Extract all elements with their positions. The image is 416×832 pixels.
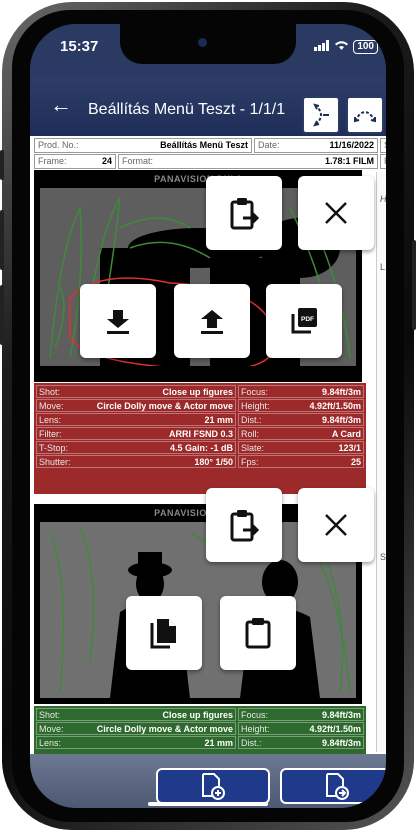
swipe-curve-icon [354, 111, 376, 123]
copy-frame-button[interactable] [126, 596, 202, 670]
clipboard-paste-icon [230, 198, 259, 230]
status-icons: 100 [314, 40, 378, 54]
signal-icon [314, 40, 330, 54]
svg-text:PDF: PDF [301, 316, 314, 323]
close-frame-button[interactable] [298, 176, 374, 250]
lens-row: Lens: 21 mm [36, 413, 236, 426]
shutter-row: Shutter: 180° 1/50 [36, 455, 236, 468]
clipboard-icon [245, 618, 271, 649]
roll-cell: R [380, 154, 386, 169]
volume-down-button [0, 285, 4, 345]
frame-cell: Frame: 24 [34, 154, 116, 169]
page-title: Beállítás Menü Teszt - 1/1/1 [88, 101, 286, 118]
scene-cell: Sc [380, 138, 386, 153]
wifi-icon [334, 40, 349, 54]
next-page-button[interactable] [280, 768, 386, 804]
swipe-left-button[interactable] [302, 96, 340, 134]
dist-row: Dist.: 9.84ft/3m [238, 413, 364, 426]
clock: 15:37 [60, 38, 99, 55]
shot-row: Shot: Close up figures [36, 708, 236, 721]
height-row: Height: 4.92ft/1.50m [238, 399, 364, 412]
filter-row: Filter: ARRI FSND 0.3 [36, 427, 236, 440]
screen: 15:37 100 ← Beállítás Menü Teszt - 1/1/1 [30, 24, 386, 808]
date-cell: Date: 11/16/2022 [254, 138, 378, 153]
home-indicator[interactable] [148, 802, 268, 806]
swipe-arrow-icon [313, 103, 329, 127]
close-icon [325, 514, 347, 536]
battery-indicator: 100 [353, 40, 378, 54]
shot-details-panel-2[interactable]: Shot: Close up figures Focus: 9.84ft/3m Mo… [34, 706, 366, 754]
document-forward-icon [326, 773, 349, 800]
upload-icon [201, 310, 223, 334]
dist-row: Dist.: 9.84ft/3m [238, 736, 364, 749]
format-cell: Format: 1.78:1 FILM [118, 154, 378, 169]
lens-row: Lens: 21 mm [36, 736, 236, 749]
swipe-up-button[interactable] [346, 96, 384, 134]
copy-icon [150, 619, 176, 649]
add-document-icon [202, 773, 225, 800]
notch [120, 24, 296, 64]
back-arrow-icon[interactable]: ← [50, 92, 72, 118]
paste-frame-button-2[interactable] [206, 488, 282, 562]
shot-row: Shot: Close up figures [36, 385, 236, 398]
pdf-export-button[interactable]: PDF [266, 284, 342, 358]
height-row: Height: 4.92ft/1.50m [238, 722, 364, 735]
frame-row: Frame: 24 Format: 1.78:1 FILM R [34, 154, 386, 169]
bottom-toolbar [30, 754, 386, 808]
slate-row: Slate: 123/1 [238, 441, 364, 454]
download-icon [107, 310, 129, 334]
mute-switch [0, 150, 4, 180]
paste-frame-button[interactable] [206, 176, 282, 250]
upload-button[interactable] [174, 284, 250, 358]
front-camera [198, 38, 207, 47]
focus-row: Focus: 9.84ft/3m [238, 708, 364, 721]
power-button [412, 240, 416, 330]
close-icon [325, 202, 347, 224]
download-button[interactable] [80, 284, 156, 358]
paste-clipboard-button[interactable] [220, 596, 296, 670]
close-frame-button-2[interactable] [298, 488, 374, 562]
move-row: Move: Circle Dolly move & Actor move [36, 399, 236, 412]
side-column: H L S [376, 172, 386, 752]
clipboard-paste-icon [230, 510, 259, 542]
move-row: Move: Circle Dolly move & Actor move [36, 722, 236, 735]
production-row: Prod. No.: Beállítás Menü Teszt Date: 11… [34, 138, 386, 153]
tstop-row: T-Stop: 4.5 Gain: -1 dB [36, 441, 236, 454]
focus-row: Focus: 9.84ft/3m [238, 385, 364, 398]
roll-row: Roll: A Card [238, 427, 364, 440]
add-page-button[interactable] [156, 768, 270, 804]
prod-cell: Prod. No.: Beállítás Menü Teszt [34, 138, 252, 153]
fps-row: Fps: 25 [238, 455, 364, 468]
volume-up-button [0, 210, 4, 270]
app-header: ← Beállítás Menü Teszt - 1/1/1 [30, 76, 386, 136]
pdf-icon: PDF [291, 308, 317, 334]
shot-details-panel-1[interactable]: Shot: Close up figures Focus: 9.84ft/3m Mo… [34, 383, 366, 494]
